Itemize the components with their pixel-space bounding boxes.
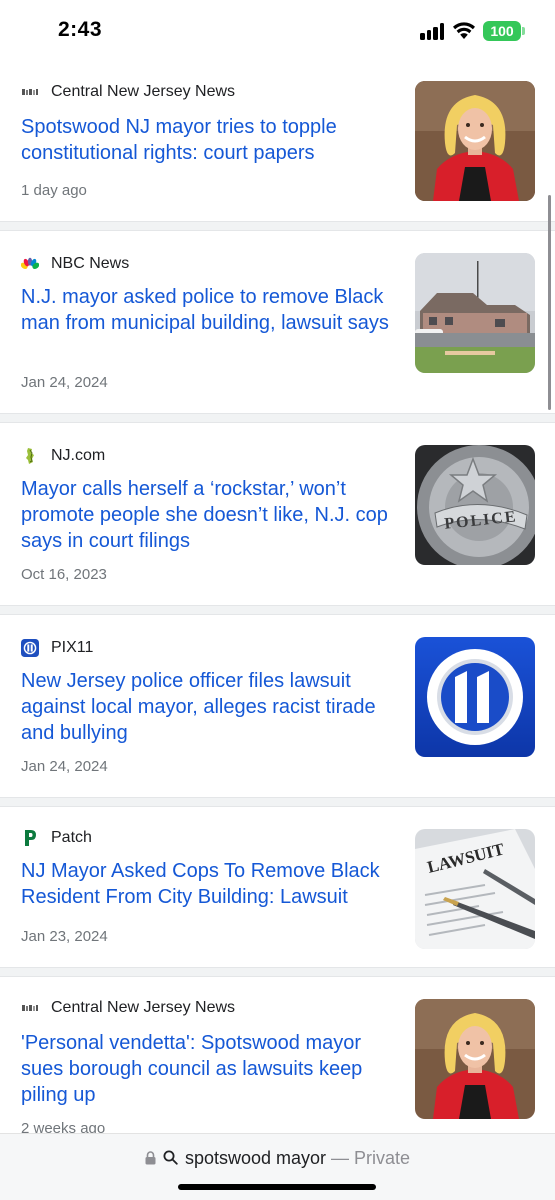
address-separator: — <box>326 1148 355 1168</box>
news-card[interactable]: Central New Jersey News Spotswood NJ may… <box>0 62 555 222</box>
published-date: 1 day ago <box>21 182 87 199</box>
pix11-logo-thumbnail[interactable] <box>415 637 535 757</box>
news-source: NJ.com <box>21 445 105 467</box>
cnjn-logo-icon <box>21 83 39 101</box>
police-badge-thumbnail[interactable]: POLICE <box>415 445 535 565</box>
pix11-logo-icon <box>21 639 39 657</box>
news-card[interactable]: NBC News N.J. mayor asked police to remo… <box>0 232 555 413</box>
lock-icon <box>145 1151 156 1165</box>
battery-tip <box>522 27 525 35</box>
wifi-icon <box>453 22 475 39</box>
source-name: Central New Jersey News <box>51 999 236 1016</box>
card-divider <box>0 967 555 977</box>
scrollbar[interactable] <box>548 195 551 410</box>
patch-logo-icon <box>21 829 39 847</box>
headline-link[interactable]: NJ Mayor Asked Cops To Remove Black Resi… <box>21 858 401 910</box>
news-card[interactable]: NJ.com Mayor calls herself a ‘rockstar,’… <box>0 424 555 605</box>
cnjn-logo-icon <box>21 999 39 1017</box>
search-icon <box>163 1150 178 1165</box>
headline-link[interactable]: Mayor calls herself a ‘rockstar,’ won’t … <box>21 476 401 554</box>
news-source: NBC News <box>21 253 129 275</box>
headline-link[interactable]: 'Personal vendetta': Spotswood mayor sue… <box>21 1030 401 1108</box>
cellular-signal-icon <box>420 22 446 40</box>
headline-link[interactable]: New Jersey police officer files lawsuit … <box>21 668 401 746</box>
private-mode-label: Private <box>354 1148 411 1168</box>
published-date: Oct 16, 2023 <box>21 566 107 583</box>
mayor-portrait-thumbnail[interactable] <box>415 81 535 201</box>
card-divider <box>0 605 555 615</box>
source-name: Central New Jersey News <box>51 83 236 100</box>
headline-link[interactable]: N.J. mayor asked police to remove Black … <box>21 284 401 336</box>
news-source: Central New Jersey News <box>21 81 235 103</box>
source-name: NBC News <box>51 255 130 272</box>
news-card[interactable]: PIX11 New Jersey police officer files la… <box>0 616 555 797</box>
lawsuit-document-thumbnail[interactable]: LAWSUIT <box>415 829 535 949</box>
headline-link[interactable]: Spotswood NJ mayor tries to topple const… <box>21 114 401 166</box>
source-name: PIX11 <box>51 639 94 656</box>
source-name: Patch <box>51 829 92 846</box>
news-source: Central New Jersey News <box>21 997 235 1019</box>
njcom-logo-icon <box>21 447 39 465</box>
mayor-portrait-thumbnail[interactable] <box>415 999 535 1119</box>
search-query: spotswood mayor <box>184 1148 327 1168</box>
card-divider <box>0 797 555 807</box>
municipal-building-thumbnail[interactable] <box>415 253 535 373</box>
address-bar[interactable]: spotswood mayor — Private <box>0 1148 555 1169</box>
status-bar: 2:43 100 <box>0 0 555 62</box>
nbc-peacock-icon <box>21 255 39 273</box>
home-indicator[interactable] <box>178 1184 376 1190</box>
news-source: PIX11 <box>21 637 93 659</box>
battery-icon: 100 <box>483 21 521 41</box>
published-date: Jan 24, 2024 <box>21 758 108 775</box>
published-date: Jan 23, 2024 <box>21 928 108 945</box>
published-date: Jan 24, 2024 <box>21 374 108 391</box>
card-divider <box>0 221 555 231</box>
clock: 2:43 <box>58 18 103 41</box>
card-divider <box>0 413 555 423</box>
browser-bottom-bar: spotswood mayor — Private <box>0 1133 555 1200</box>
news-card[interactable]: Central New Jersey News 'Personal vendet… <box>0 978 555 1138</box>
source-name: NJ.com <box>51 447 106 464</box>
news-source: Patch <box>21 827 92 849</box>
news-card[interactable]: Patch NJ Mayor Asked Cops To Remove Blac… <box>0 808 555 967</box>
